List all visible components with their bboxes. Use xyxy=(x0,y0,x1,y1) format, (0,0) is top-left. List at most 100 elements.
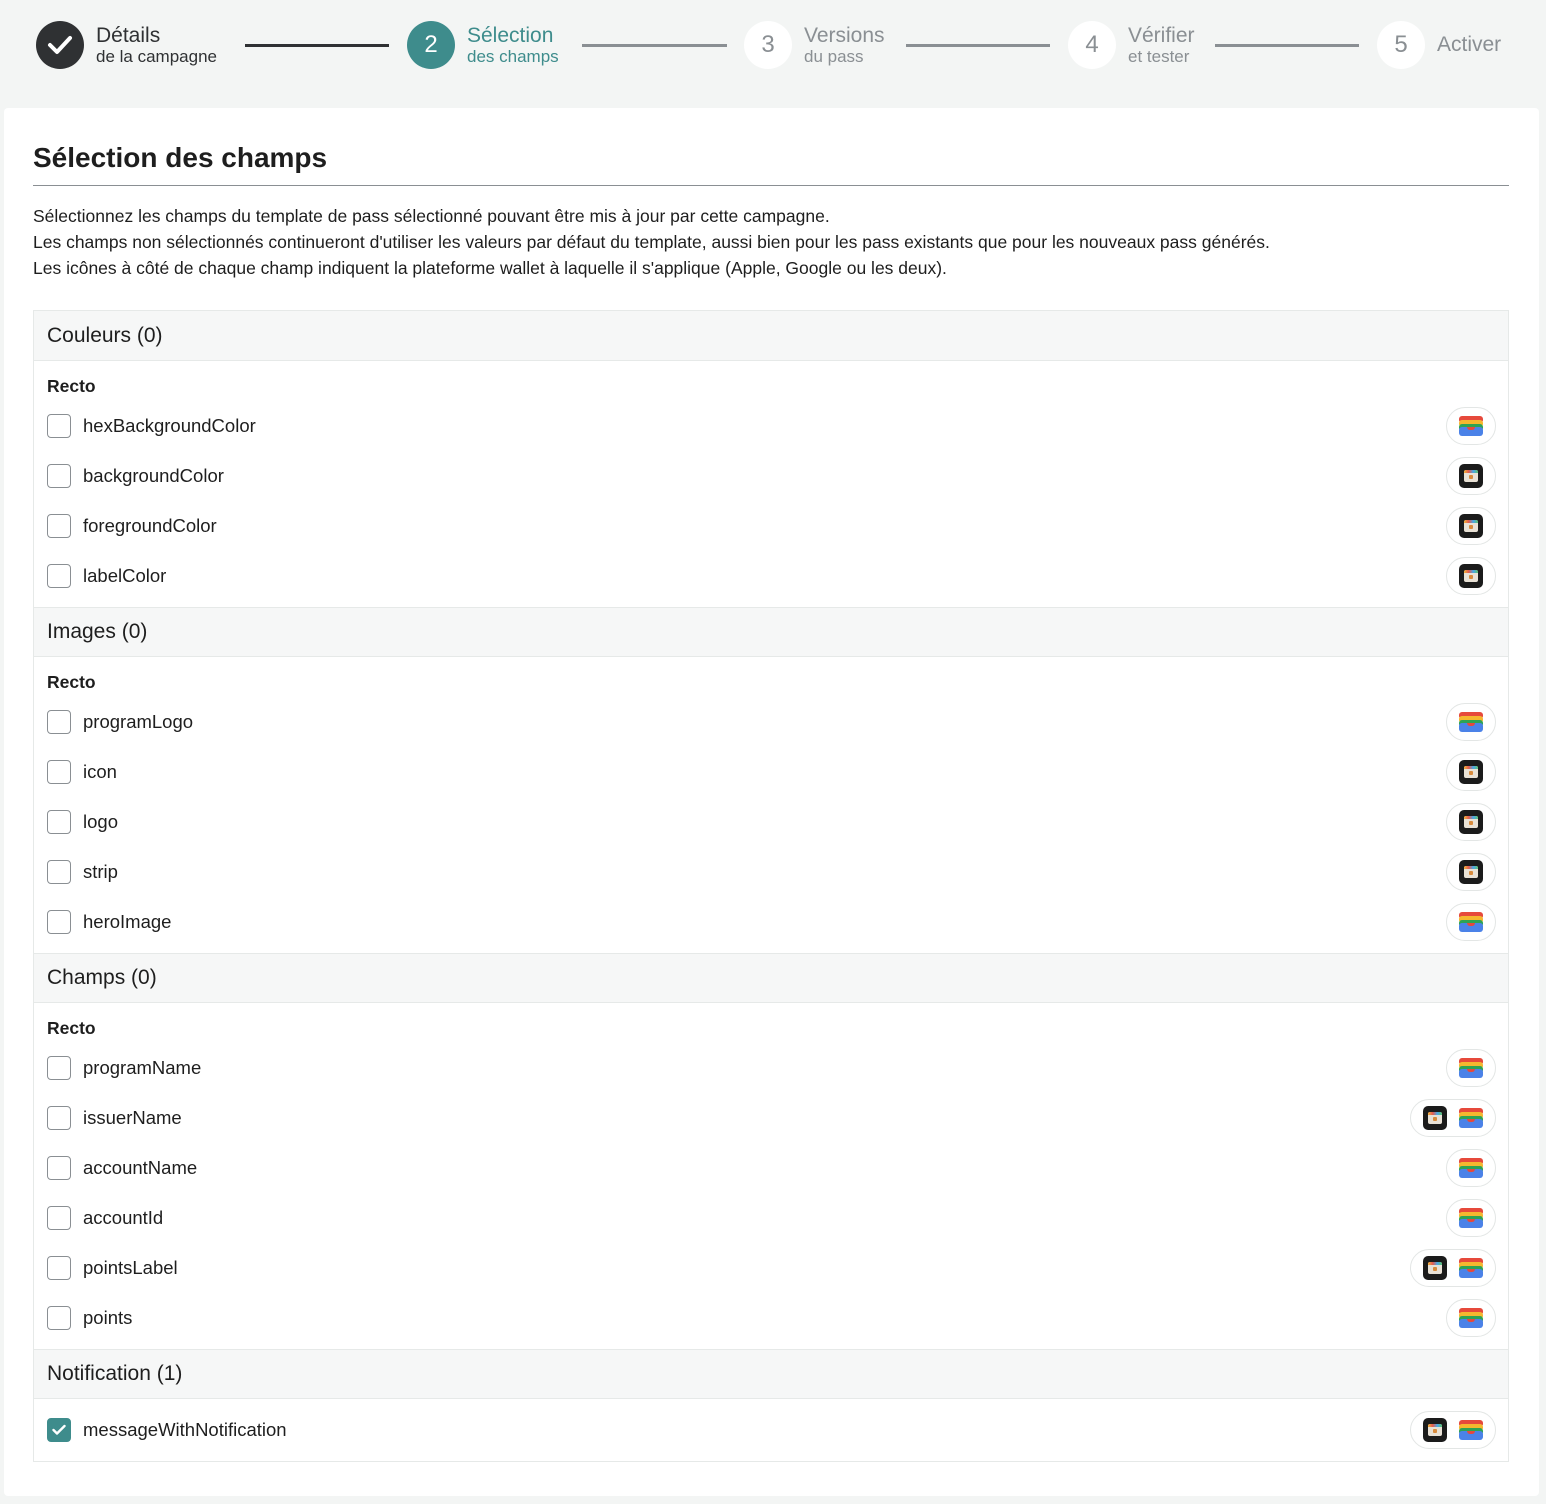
field-section: Images (0) Recto programLogo icon logo strip h… xyxy=(34,607,1508,953)
step-title: Activer xyxy=(1437,32,1502,56)
field-row[interactable]: messageWithNotification xyxy=(47,1405,1496,1455)
step-connector xyxy=(906,44,1050,47)
step-activate[interactable]: 5 Activer xyxy=(1377,21,1501,69)
field-row[interactable]: foregroundColor xyxy=(47,501,1496,551)
field-checkbox[interactable] xyxy=(47,464,71,488)
step-number: 3 xyxy=(744,21,792,69)
field-label[interactable]: messageWithNotification xyxy=(83,1419,287,1441)
field-checkbox[interactable] xyxy=(47,414,71,438)
google-wallet-icon xyxy=(1459,415,1483,437)
field-selection-card: Sélection des champs Sélectionnez les ch… xyxy=(4,108,1539,1496)
google-wallet-icon xyxy=(1459,1419,1483,1441)
field-checkbox[interactable] xyxy=(47,810,71,834)
field-label[interactable]: programLogo xyxy=(83,711,193,733)
field-checkbox[interactable] xyxy=(47,1056,71,1080)
field-label[interactable]: points xyxy=(83,1307,132,1329)
apple-wallet-icon xyxy=(1459,860,1483,884)
field-sections-panel: Couleurs (0) Recto hexBackgroundColor backg… xyxy=(33,310,1509,1462)
field-row[interactable]: programName xyxy=(47,1043,1496,1093)
field-checkbox[interactable] xyxy=(47,1418,71,1442)
google-wallet-icon xyxy=(1459,1257,1483,1279)
step-number: 2 xyxy=(407,21,455,69)
google-wallet-icon xyxy=(1459,1057,1483,1079)
field-label[interactable]: backgroundColor xyxy=(83,465,224,487)
google-wallet-icon xyxy=(1459,911,1483,933)
apple-wallet-icon xyxy=(1459,810,1483,834)
platform-badges xyxy=(1446,803,1496,841)
field-label[interactable]: accountId xyxy=(83,1207,163,1229)
field-label[interactable]: foregroundColor xyxy=(83,515,217,537)
page-description: Sélectionnez les champs du template de p… xyxy=(33,203,1270,281)
section-title: Notification (1) xyxy=(34,1349,1508,1399)
step-subtitle: de la campagne xyxy=(96,46,217,66)
field-row[interactable]: issuerName xyxy=(47,1093,1496,1143)
step-verify-test[interactable]: 4 Vérifier et tester xyxy=(1068,21,1195,69)
step-title: Sélection xyxy=(467,23,554,47)
field-label[interactable]: logo xyxy=(83,811,118,833)
step-subtitle: des champs xyxy=(467,46,559,66)
field-label[interactable]: accountName xyxy=(83,1157,197,1179)
field-checkbox[interactable] xyxy=(47,710,71,734)
field-label[interactable]: issuerName xyxy=(83,1107,182,1129)
google-wallet-icon xyxy=(1459,1107,1483,1129)
description-line: Les champs non sélectionnés continueront… xyxy=(33,232,1270,252)
field-checkbox[interactable] xyxy=(47,1206,71,1230)
platform-badges xyxy=(1446,703,1496,741)
step-field-selection[interactable]: 2 Sélection des champs xyxy=(407,21,559,69)
field-checkbox[interactable] xyxy=(47,514,71,538)
field-row[interactable]: programLogo xyxy=(47,697,1496,747)
field-row[interactable]: backgroundColor xyxy=(47,451,1496,501)
step-connector xyxy=(245,44,389,47)
section-subheading: Recto xyxy=(47,376,96,396)
field-row[interactable]: strip xyxy=(47,847,1496,897)
step-subtitle: et tester xyxy=(1128,46,1190,66)
field-row[interactable]: logo xyxy=(47,797,1496,847)
field-section: Notification (1) messageWithNotification xyxy=(34,1349,1508,1461)
field-checkbox[interactable] xyxy=(47,1156,71,1180)
field-row[interactable]: icon xyxy=(47,747,1496,797)
field-label[interactable]: labelColor xyxy=(83,565,166,587)
platform-badges xyxy=(1446,1049,1496,1087)
google-wallet-icon xyxy=(1459,711,1483,733)
google-wallet-icon xyxy=(1459,1207,1483,1229)
field-label[interactable]: programName xyxy=(83,1057,201,1079)
step-title: Détails xyxy=(96,23,161,47)
field-row[interactable]: hexBackgroundColor xyxy=(47,401,1496,451)
field-row[interactable]: labelColor xyxy=(47,551,1496,601)
step-pass-versions[interactable]: 3 Versions du pass xyxy=(744,21,885,69)
apple-wallet-icon xyxy=(1459,464,1483,488)
field-label[interactable]: pointsLabel xyxy=(83,1257,178,1279)
step-details[interactable]: Détails de la campagne xyxy=(36,21,217,69)
field-checkbox[interactable] xyxy=(47,910,71,934)
field-checkbox[interactable] xyxy=(47,760,71,784)
platform-badges xyxy=(1446,853,1496,891)
field-checkbox[interactable] xyxy=(47,564,71,588)
platform-badges xyxy=(1410,1099,1496,1137)
step-title: Versions xyxy=(804,23,885,47)
field-label[interactable]: hexBackgroundColor xyxy=(83,415,256,437)
campaign-stepper: Détails de la campagne 2 Sélection des c… xyxy=(0,0,1546,92)
field-label[interactable]: strip xyxy=(83,861,118,883)
field-checkbox[interactable] xyxy=(47,1306,71,1330)
field-checkbox[interactable] xyxy=(47,860,71,884)
platform-badges xyxy=(1446,903,1496,941)
step-subtitle: du pass xyxy=(804,46,864,66)
platform-badges xyxy=(1446,1149,1496,1187)
apple-wallet-icon xyxy=(1459,564,1483,588)
google-wallet-icon xyxy=(1459,1157,1483,1179)
field-row[interactable]: accountId xyxy=(47,1193,1496,1243)
field-checkbox[interactable] xyxy=(47,1256,71,1280)
section-subheading: Recto xyxy=(47,1018,96,1038)
platform-badges xyxy=(1446,407,1496,445)
field-row[interactable]: points xyxy=(47,1293,1496,1343)
field-label[interactable]: heroImage xyxy=(83,911,171,933)
section-subheading: Recto xyxy=(47,672,96,692)
field-row[interactable]: pointsLabel xyxy=(47,1243,1496,1293)
apple-wallet-icon xyxy=(1423,1418,1447,1442)
field-checkbox[interactable] xyxy=(47,1106,71,1130)
field-label[interactable]: icon xyxy=(83,761,117,783)
platform-badges xyxy=(1446,1199,1496,1237)
description-line: Sélectionnez les champs du template de p… xyxy=(33,206,830,226)
field-row[interactable]: accountName xyxy=(47,1143,1496,1193)
field-row[interactable]: heroImage xyxy=(47,897,1496,947)
